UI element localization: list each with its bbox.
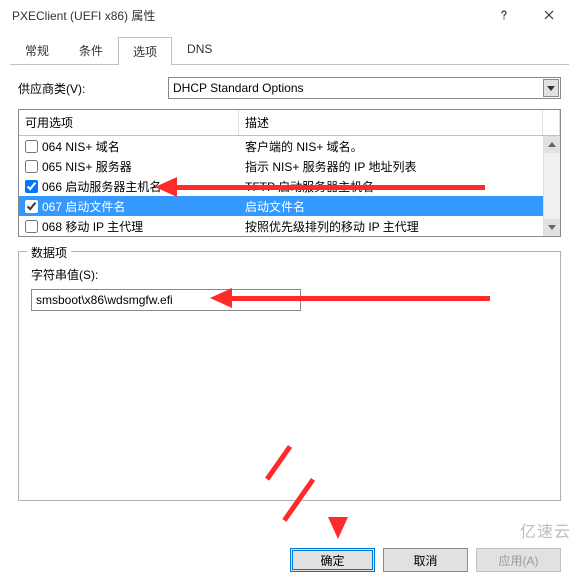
tab-bar: 常规 条件 选项 DNS (10, 36, 569, 65)
vendor-row: 供应商类(V): DHCP Standard Options (18, 77, 561, 99)
option-row-066[interactable]: 066 启动服务器主机名 TFTP 启动服务器主机名 (19, 176, 560, 196)
scroll-up-icon[interactable] (544, 136, 560, 153)
checkbox-065[interactable] (25, 160, 38, 173)
option-row-064[interactable]: 064 NIS+ 域名 客户端的 NIS+ 域名。 (19, 136, 560, 156)
option-desc: 启动文件名 (239, 198, 560, 215)
ok-button[interactable]: 确定 (290, 548, 375, 572)
option-desc: 按照优先级排列的移动 IP 主代理 (239, 218, 560, 235)
checkbox-068[interactable] (25, 220, 38, 233)
col-description[interactable]: 描述 (239, 110, 543, 135)
string-value-label: 字符串值(S): (31, 266, 548, 283)
col-scroll-spacer (543, 110, 560, 135)
group-legend: 数据项 (27, 244, 71, 261)
options-scrollbar[interactable] (543, 136, 560, 236)
option-code: 068 移动 IP 主代理 (42, 218, 143, 235)
help-button[interactable] (481, 0, 526, 30)
vendor-value: DHCP Standard Options (173, 81, 304, 95)
option-desc: 客户端的 NIS+ 域名。 (239, 138, 560, 155)
dialog-buttons: 确定 取消 应用(A) (290, 548, 561, 572)
cancel-button[interactable]: 取消 (383, 548, 468, 572)
vendor-label: 供应商类(V): (18, 80, 168, 97)
close-button[interactable] (526, 0, 571, 30)
window-title: PXEClient (UEFI x86) 属性 (8, 7, 481, 24)
string-value-input[interactable] (31, 289, 301, 311)
checkbox-067[interactable] (25, 200, 38, 213)
option-desc: TFTP 启动服务器主机名 (239, 178, 560, 195)
options-body: 064 NIS+ 域名 客户端的 NIS+ 域名。 065 NIS+ 服务器 指… (19, 136, 560, 236)
option-row-068[interactable]: 068 移动 IP 主代理 按照优先级排列的移动 IP 主代理 (19, 216, 560, 236)
option-desc: 指示 NIS+ 服务器的 IP 地址列表 (239, 158, 560, 175)
option-code: 065 NIS+ 服务器 (42, 158, 132, 175)
col-available[interactable]: 可用选项 (19, 110, 239, 135)
titlebar: PXEClient (UEFI x86) 属性 (0, 0, 579, 30)
option-code: 064 NIS+ 域名 (42, 138, 120, 155)
data-item-group: 数据项 字符串值(S): (18, 251, 561, 501)
tab-conditions[interactable]: 条件 (64, 36, 118, 64)
tab-general[interactable]: 常规 (10, 36, 64, 64)
apply-button: 应用(A) (476, 548, 561, 572)
tab-panel-options: 供应商类(V): DHCP Standard Options 可用选项 描述 0… (0, 65, 579, 501)
tab-options[interactable]: 选项 (118, 37, 172, 65)
checkbox-064[interactable] (25, 140, 38, 153)
watermark: 亿速云 (520, 518, 571, 542)
checkbox-066[interactable] (25, 180, 38, 193)
option-row-067[interactable]: 067 启动文件名 启动文件名 (19, 196, 560, 216)
tab-dns[interactable]: DNS (172, 36, 227, 64)
option-code: 066 启动服务器主机名 (42, 178, 161, 195)
scroll-down-icon[interactable] (544, 219, 560, 236)
options-header: 可用选项 描述 (19, 110, 560, 136)
options-list: 可用选项 描述 064 NIS+ 域名 客户端的 NIS+ 域名。 065 NI… (18, 109, 561, 237)
option-row-065[interactable]: 065 NIS+ 服务器 指示 NIS+ 服务器的 IP 地址列表 (19, 156, 560, 176)
option-code: 067 启动文件名 (42, 198, 125, 215)
vendor-combobox[interactable]: DHCP Standard Options (168, 77, 561, 99)
chevron-down-icon[interactable] (543, 79, 559, 97)
